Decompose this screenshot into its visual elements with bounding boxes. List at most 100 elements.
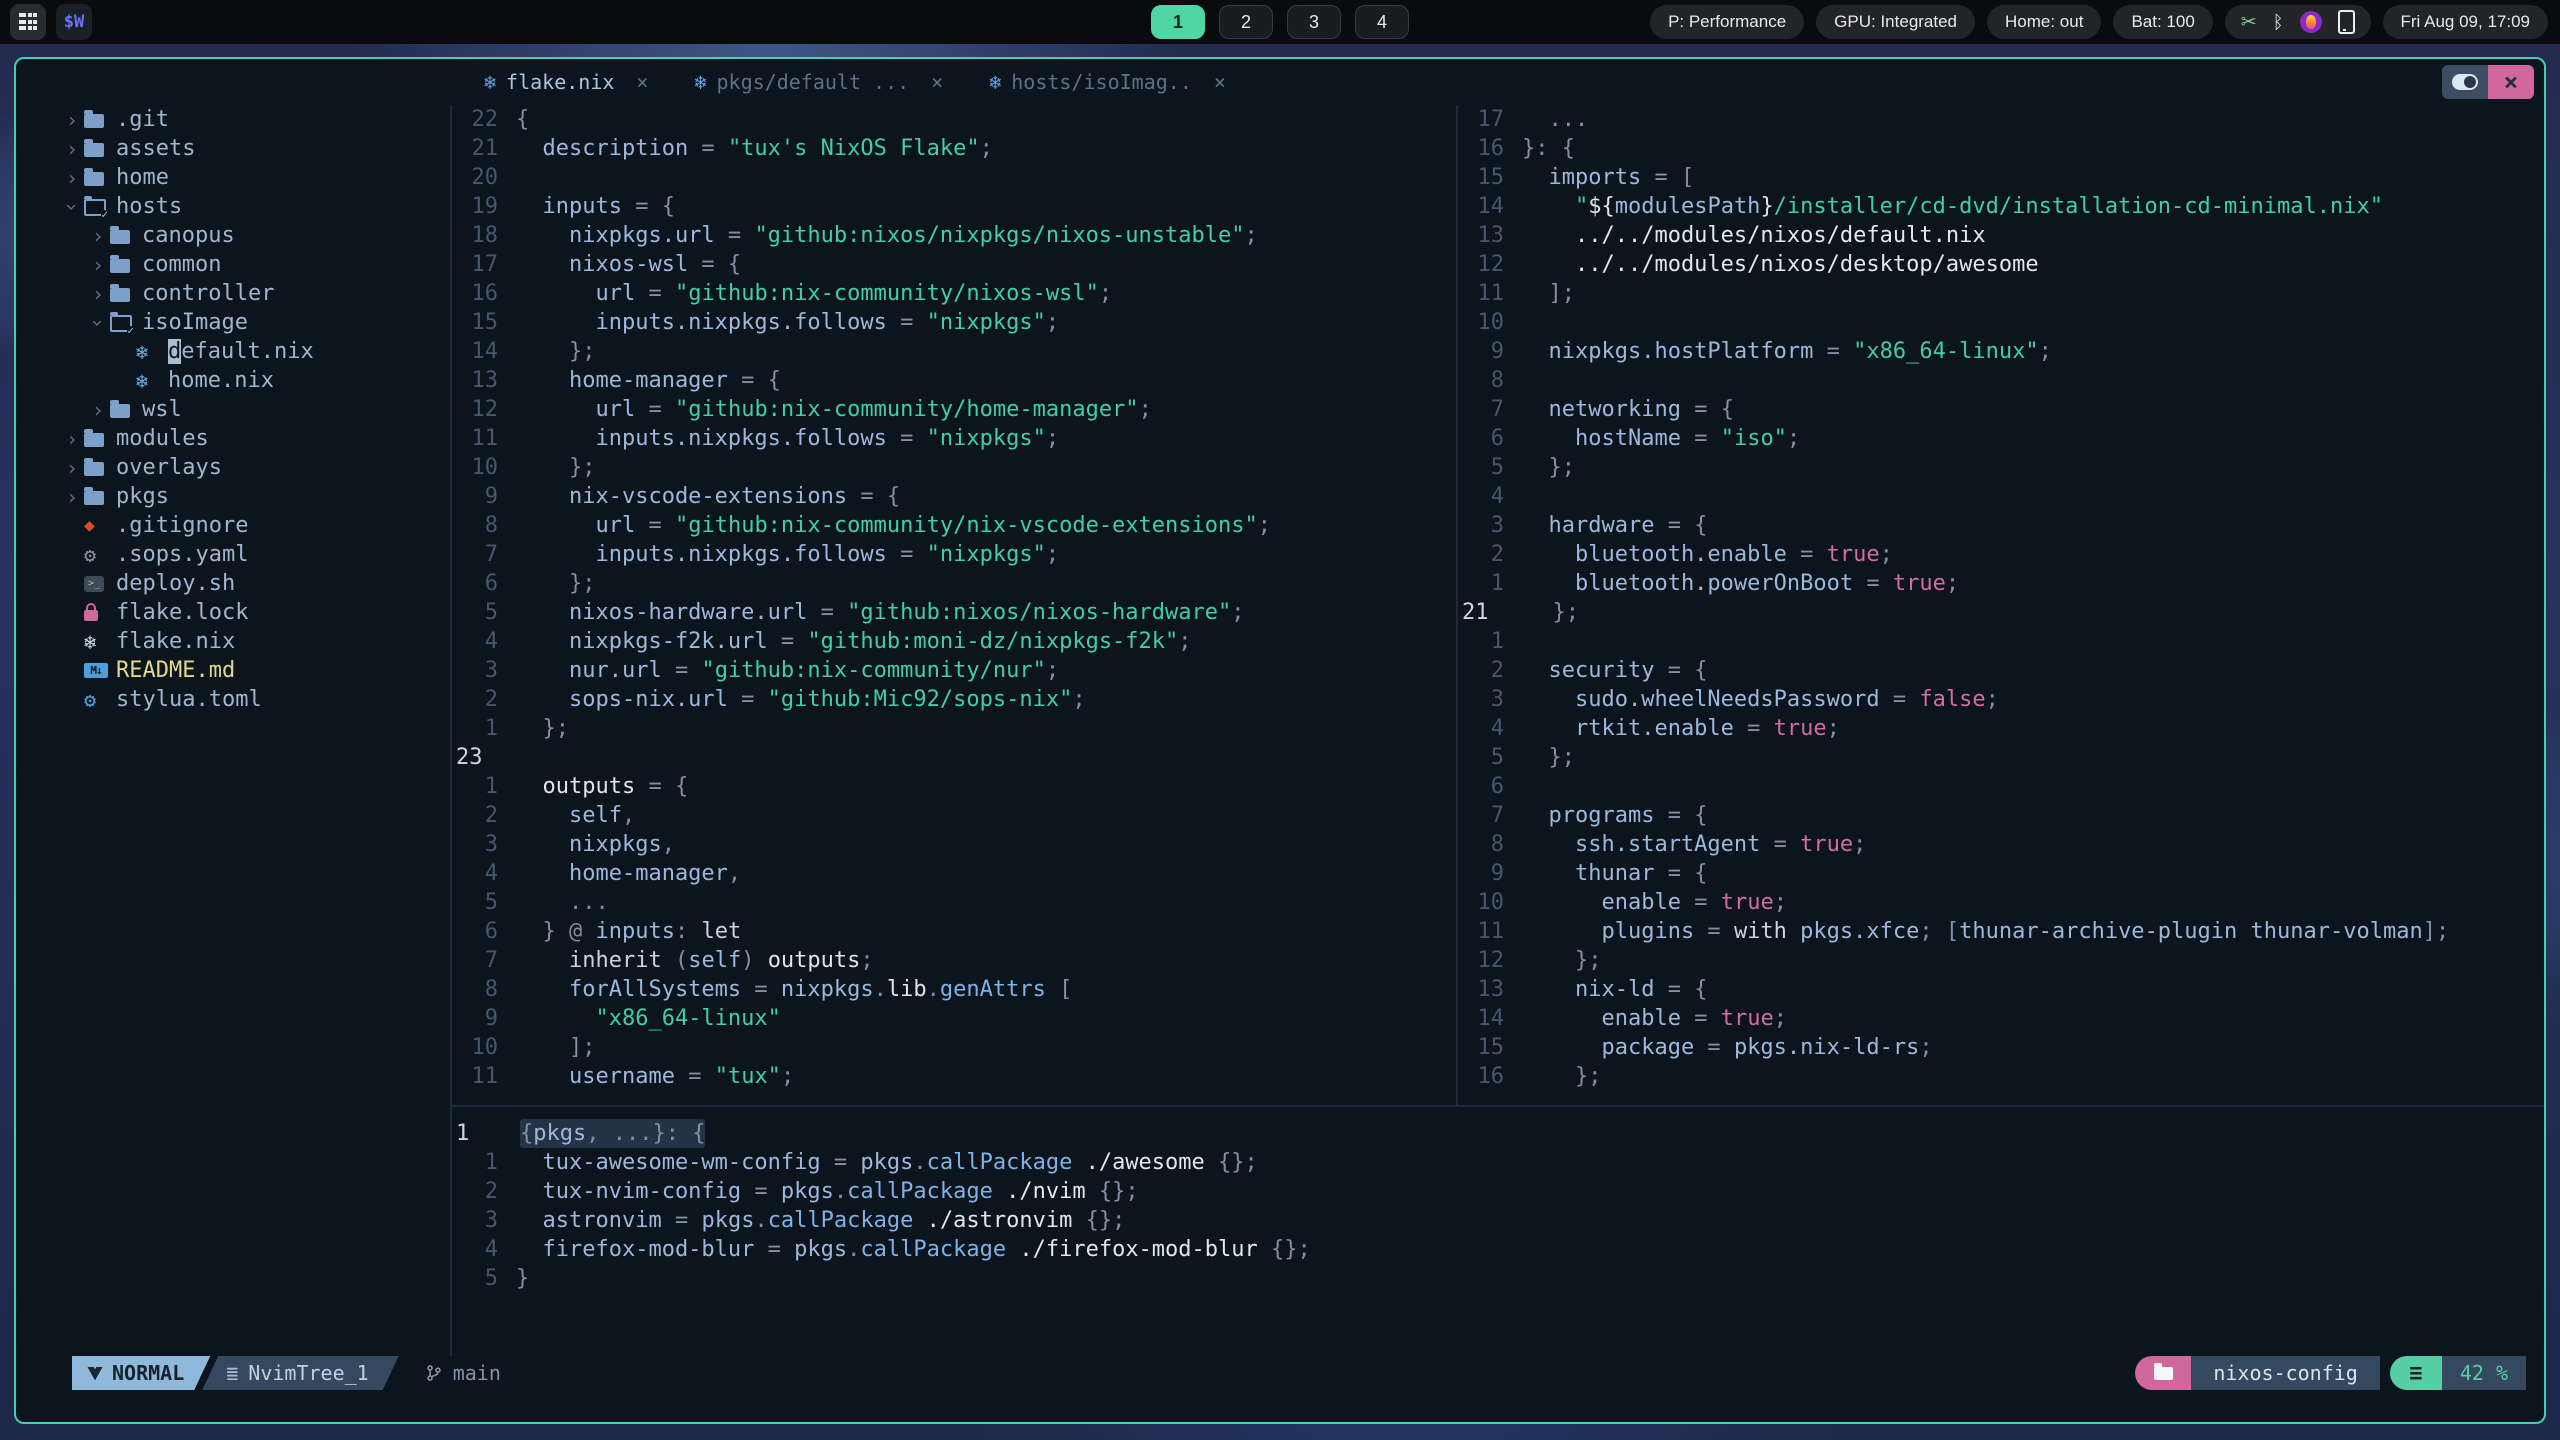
isoimage-default-nix-line[interactable]: 5 }; bbox=[1458, 453, 2544, 482]
isoimage-default-nix-line[interactable]: 9 thunar = { bbox=[1458, 859, 2544, 888]
flake-nix-line[interactable]: 10 }; bbox=[452, 453, 1456, 482]
flake-nix-line[interactable]: 7 inputs.nixpkgs.follows = "nixpkgs"; bbox=[452, 540, 1456, 569]
tree-item-modules[interactable]: › modules bbox=[16, 424, 450, 453]
tree-item-home-nix[interactable]: ❄ home.nix bbox=[16, 366, 450, 395]
tree-item--git[interactable]: › .git bbox=[16, 105, 450, 134]
chevron-closed-icon[interactable]: › bbox=[60, 485, 84, 509]
flake-nix-line[interactable]: 11 inputs.nixpkgs.follows = "nixpkgs"; bbox=[452, 424, 1456, 453]
isoimage-default-nix-line[interactable]: 10 enable = true; bbox=[1458, 888, 2544, 917]
chevron-closed-icon[interactable]: › bbox=[86, 398, 110, 422]
pkgs-default-nix-line[interactable]: 1 {pkgs, ...}: { bbox=[452, 1119, 2544, 1148]
flake-nix-line[interactable]: 2 self, bbox=[452, 801, 1456, 830]
tree-item-home[interactable]: › home bbox=[16, 163, 450, 192]
isoimage-default-nix-line[interactable]: 16}: { bbox=[1458, 134, 2544, 163]
isoimage-default-nix-line[interactable]: 7 networking = { bbox=[1458, 395, 2544, 424]
isoimage-default-nix-line[interactable]: 16 }; bbox=[1458, 1062, 2544, 1091]
isoimage-default-nix-line[interactable]: 21 }; bbox=[1458, 598, 2544, 627]
tree-item-deploy-sh[interactable]: >_ deploy.sh bbox=[16, 569, 450, 598]
tree-item--gitignore[interactable]: ◆ .gitignore bbox=[16, 511, 450, 540]
tree-item-flake-nix[interactable]: ❄ flake.nix bbox=[16, 627, 450, 656]
isoimage-default-nix-line[interactable]: 11 plugins = with pkgs.xfce; [thunar-arc… bbox=[1458, 917, 2544, 946]
tree-item-wsl[interactable]: › wsl bbox=[16, 395, 450, 424]
flake-nix-line[interactable]: 13 home-manager = { bbox=[452, 366, 1456, 395]
isoimage-default-nix-line[interactable]: 13 ../../modules/nixos/default.nix bbox=[1458, 221, 2544, 250]
flake-nix-line[interactable]: 6 } @ inputs: let bbox=[452, 917, 1456, 946]
tree-item-flake-lock[interactable]: flake.lock bbox=[16, 598, 450, 627]
isoimage-default-nix-line[interactable]: 3 sudo.wheelNeedsPassword = false; bbox=[1458, 685, 2544, 714]
chevron-closed-icon[interactable]: › bbox=[60, 166, 84, 190]
workspace-3[interactable]: 3 bbox=[1287, 5, 1341, 39]
isoimage-default-nix-line[interactable]: 5 }; bbox=[1458, 743, 2544, 772]
tree-item-canopus[interactable]: › canopus bbox=[16, 221, 450, 250]
isoimage-default-nix-line[interactable]: 2 security = { bbox=[1458, 656, 2544, 685]
tree-item-hosts[interactable]: › hosts bbox=[16, 192, 450, 221]
workspace-2[interactable]: 2 bbox=[1219, 5, 1273, 39]
flake-nix-line[interactable]: 6 }; bbox=[452, 569, 1456, 598]
isoimage-default-nix-line[interactable]: 15 package = pkgs.nix-ld-rs; bbox=[1458, 1033, 2544, 1062]
isoimage-default-nix-line[interactable]: 7 programs = { bbox=[1458, 801, 2544, 830]
pkgs-default-nix-line[interactable]: 4 firefox-mod-blur = pkgs.callPackage ./… bbox=[452, 1235, 2544, 1264]
isoimage-default-nix-line[interactable]: 8 bbox=[1458, 366, 2544, 395]
bluetooth-icon[interactable]: ᛒ bbox=[2273, 12, 2284, 33]
flake-nix-line[interactable]: 10 ]; bbox=[452, 1033, 1456, 1062]
flake-nix-line[interactable]: 22 { bbox=[452, 105, 1456, 134]
tree-item-controller[interactable]: › controller bbox=[16, 279, 450, 308]
isoimage-default-nix-line[interactable]: 14 enable = true; bbox=[1458, 1004, 2544, 1033]
isoimage-default-nix-line[interactable]: 6 hostName = "iso"; bbox=[1458, 424, 2544, 453]
chevron-closed-icon[interactable]: › bbox=[60, 108, 84, 132]
chevron-open-icon[interactable]: › bbox=[86, 311, 110, 335]
scissors-icon[interactable]: ✂ bbox=[2241, 11, 2257, 34]
flake-nix-line[interactable]: 1 outputs = { bbox=[452, 772, 1456, 801]
flake-nix-line[interactable]: 4 nixpkgs-f2k.url = "github:moni-dz/nixp… bbox=[452, 627, 1456, 656]
isoimage-default-nix-line[interactable]: 3 hardware = { bbox=[1458, 511, 2544, 540]
isoimage-default-nix-line[interactable]: 14 "${modulesPath}/installer/cd-dvd/inst… bbox=[1458, 192, 2544, 221]
flake-nix-line[interactable]: 17 nixos-wsl = { bbox=[452, 250, 1456, 279]
isoimage-default-nix-line[interactable]: 13 nix-ld = { bbox=[1458, 975, 2544, 1004]
workspace-badge[interactable]: $W bbox=[56, 4, 92, 40]
tab-pkgs-default-[interactable]: ❄ pkgs/default ... × bbox=[678, 59, 959, 105]
isoimage-default-nix-line[interactable]: 17 ... bbox=[1458, 105, 2544, 134]
isoimage-default-nix-line[interactable]: 15 imports = [ bbox=[1458, 163, 2544, 192]
isoimage-default-nix-line[interactable]: 10 bbox=[1458, 308, 2544, 337]
flame-icon[interactable] bbox=[2299, 11, 2322, 33]
pkgs-default-nix-line[interactable]: 2 tux-nvim-config = pkgs.callPackage ./n… bbox=[452, 1177, 2544, 1206]
isoimage-default-nix-line[interactable]: 9 nixpkgs.hostPlatform = "x86_64-linux"; bbox=[1458, 337, 2544, 366]
tray-icons-pill[interactable]: ✂ ᛒ bbox=[2224, 5, 2371, 39]
flake-nix-line[interactable]: 2 sops-nix.url = "github:Mic92/sops-nix"… bbox=[452, 685, 1456, 714]
tree-item--sops-yaml[interactable]: ⚙ .sops.yaml bbox=[16, 540, 450, 569]
workspace-4[interactable]: 4 bbox=[1355, 5, 1409, 39]
pkgs-default-nix-line[interactable]: 5} bbox=[452, 1264, 2544, 1293]
isoimage-default-nix-line[interactable]: 12 ../../modules/nixos/desktop/awesome bbox=[1458, 250, 2544, 279]
flake-nix-line[interactable]: 14 }; bbox=[452, 337, 1456, 366]
flake-nix-line[interactable]: 11 username = "tux"; bbox=[452, 1062, 1456, 1091]
phone-icon[interactable] bbox=[2337, 10, 2355, 34]
tab-close-icon[interactable]: × bbox=[1214, 70, 1226, 94]
flake-nix-line[interactable]: 15 inputs.nixpkgs.follows = "nixpkgs"; bbox=[452, 308, 1456, 337]
tree-item-pkgs[interactable]: › pkgs bbox=[16, 482, 450, 511]
app-launcher-button[interactable] bbox=[10, 4, 46, 40]
tree-item-default-nix[interactable]: ❄ default.nix bbox=[16, 337, 450, 366]
tree-item-stylua-toml[interactable]: ⚙ stylua.toml bbox=[16, 685, 450, 714]
chevron-closed-icon[interactable]: › bbox=[86, 224, 110, 248]
isoimage-default-nix-line[interactable]: 8 ssh.startAgent = true; bbox=[1458, 830, 2544, 859]
chevron-closed-icon[interactable]: › bbox=[60, 137, 84, 161]
isoimage-default-nix-line[interactable]: 12 }; bbox=[1458, 946, 2544, 975]
flake-nix-line[interactable]: 21 description = "tux's NixOS Flake"; bbox=[452, 134, 1456, 163]
isoimage-default-nix-line[interactable]: 4 rtkit.enable = true; bbox=[1458, 714, 2544, 743]
flake-nix-line[interactable]: 4 home-manager, bbox=[452, 859, 1456, 888]
flake-nix-line[interactable]: 9 nix-vscode-extensions = { bbox=[452, 482, 1456, 511]
tab-close-icon[interactable]: × bbox=[636, 70, 648, 94]
isoimage-default-nix-line[interactable]: 1 bbox=[1458, 627, 2544, 656]
chevron-closed-icon[interactable]: › bbox=[60, 427, 84, 451]
flake-nix-line[interactable]: 3 nur.url = "github:nix-community/nur"; bbox=[452, 656, 1456, 685]
flake-nix-line[interactable]: 16 url = "github:nix-community/nixos-wsl… bbox=[452, 279, 1456, 308]
tree-item-common[interactable]: › common bbox=[16, 250, 450, 279]
isoimage-default-nix-line[interactable]: 11 ]; bbox=[1458, 279, 2544, 308]
flake-nix-line[interactable]: 1 }; bbox=[452, 714, 1456, 743]
chevron-closed-icon[interactable]: › bbox=[60, 456, 84, 480]
flake-nix-line[interactable]: 5 nixos-hardware.url = "github:nixos/nix… bbox=[452, 598, 1456, 627]
workspace-1[interactable]: 1 bbox=[1151, 5, 1205, 39]
isoimage-default-nix-line[interactable]: 2 bluetooth.enable = true; bbox=[1458, 540, 2544, 569]
flake-nix-line[interactable]: 9 "x86_64-linux" bbox=[452, 1004, 1456, 1033]
isoimage-default-nix-line[interactable]: 4 bbox=[1458, 482, 2544, 511]
